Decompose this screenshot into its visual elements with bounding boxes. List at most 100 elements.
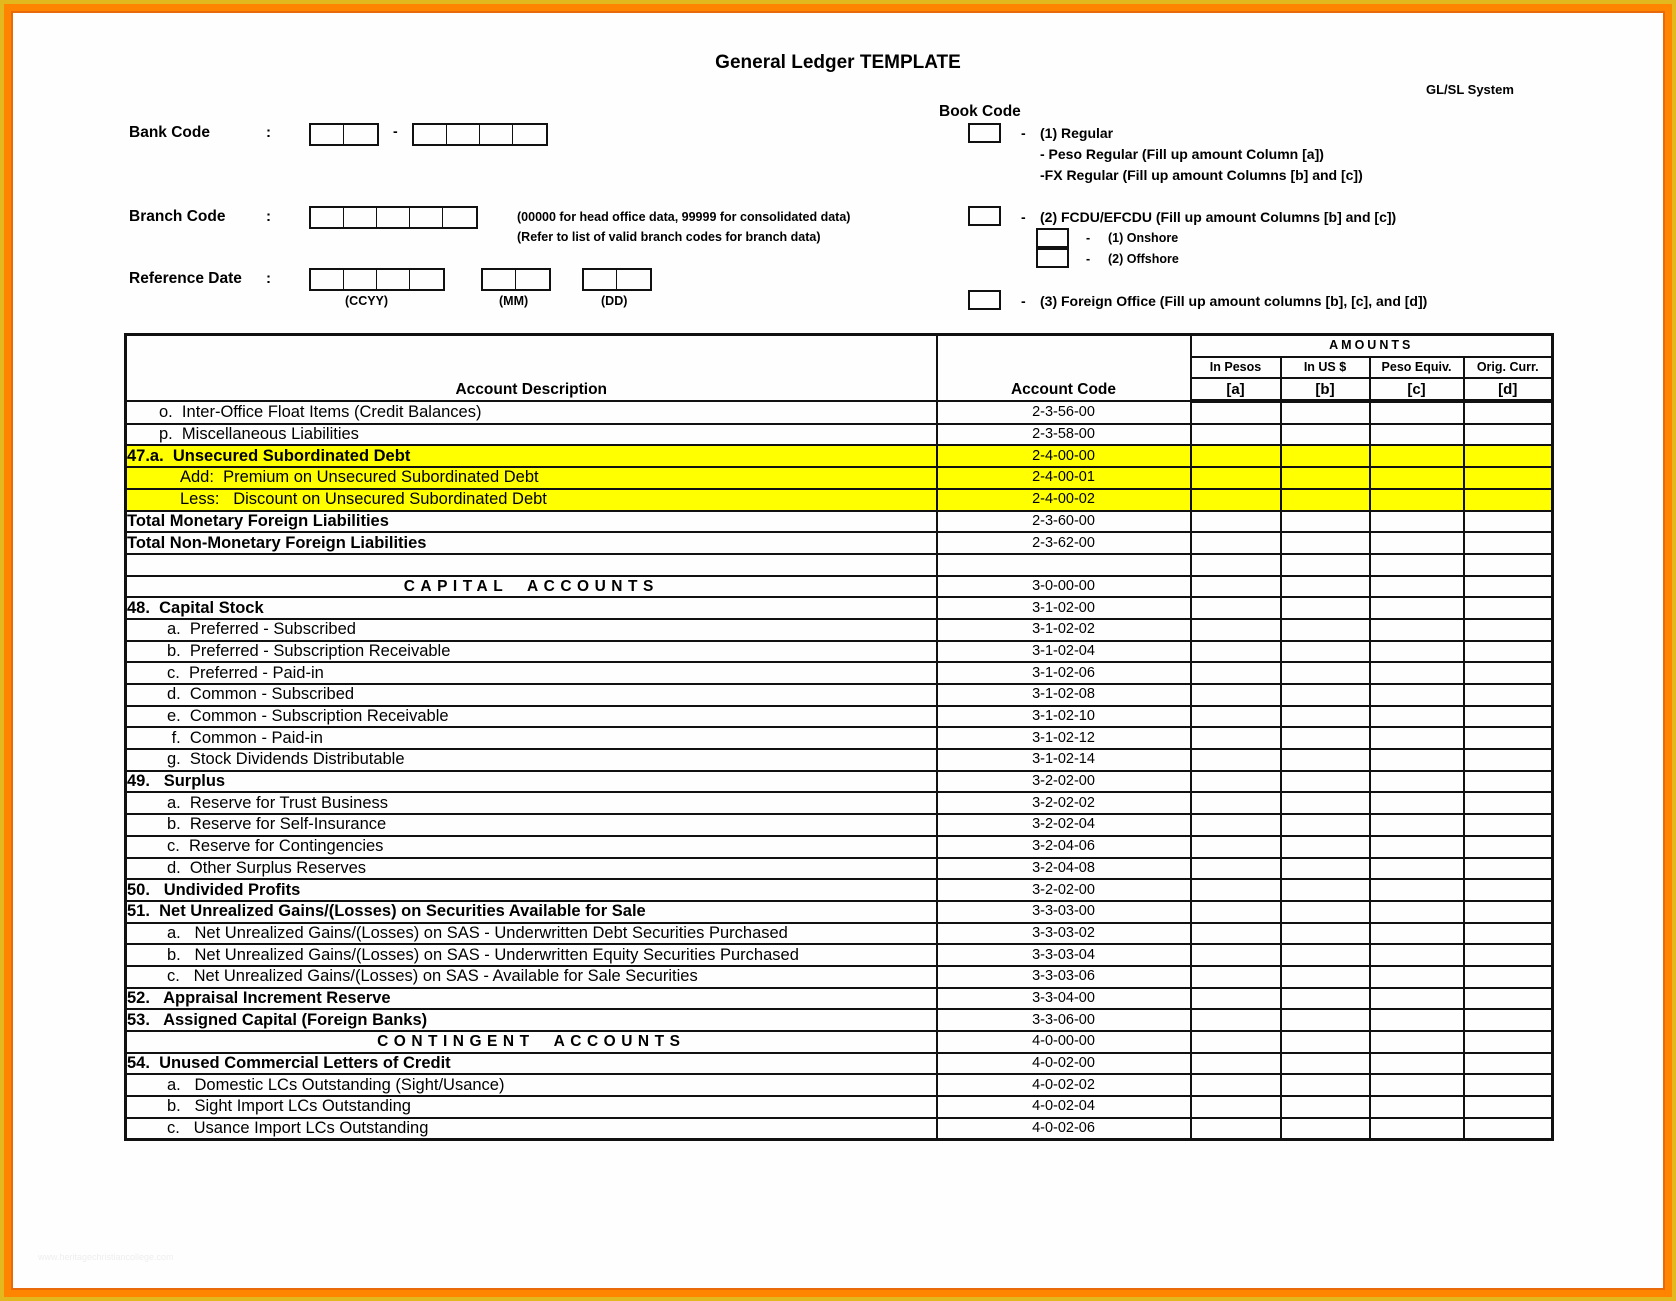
amount-orig-curr-cell[interactable] xyxy=(1462,878,1554,902)
amount-pesos-cell[interactable] xyxy=(1189,878,1282,902)
amount-orig-curr-cell[interactable] xyxy=(1462,1030,1554,1054)
amount-usd-cell[interactable] xyxy=(1279,487,1371,512)
book-code-foreign-office-checkbox[interactable] xyxy=(968,290,1001,310)
amount-peso-equiv-cell[interactable] xyxy=(1368,1008,1465,1032)
amount-usd-cell[interactable] xyxy=(1279,574,1371,599)
amount-peso-equiv-cell[interactable] xyxy=(1368,856,1465,881)
bank-code-prefix-input[interactable] xyxy=(309,123,379,146)
amount-peso-equiv-cell[interactable] xyxy=(1368,813,1465,837)
amount-pesos-cell[interactable] xyxy=(1189,596,1282,620)
amount-pesos-cell[interactable] xyxy=(1189,444,1282,469)
amount-peso-equiv-cell[interactable] xyxy=(1368,964,1465,989)
amount-usd-cell[interactable] xyxy=(1279,400,1371,425)
amount-peso-equiv-cell[interactable] xyxy=(1368,899,1465,924)
amount-orig-curr-cell[interactable] xyxy=(1462,921,1554,946)
amount-pesos-cell[interactable] xyxy=(1189,1051,1282,1076)
amount-pesos-cell[interactable] xyxy=(1189,639,1282,664)
amount-pesos-cell[interactable] xyxy=(1189,617,1282,642)
amount-usd-cell[interactable] xyxy=(1279,617,1371,642)
amount-usd-cell[interactable] xyxy=(1279,509,1371,534)
amount-usd-cell[interactable] xyxy=(1279,964,1371,989)
amount-usd-cell[interactable] xyxy=(1279,1030,1371,1054)
amount-usd-cell[interactable] xyxy=(1279,1051,1371,1076)
amount-usd-cell[interactable] xyxy=(1279,1073,1371,1098)
amount-orig-curr-cell[interactable] xyxy=(1462,574,1554,599)
amount-peso-equiv-cell[interactable] xyxy=(1368,444,1465,469)
amount-peso-equiv-cell[interactable] xyxy=(1368,683,1465,707)
amount-pesos-cell[interactable] xyxy=(1189,726,1282,751)
amount-orig-curr-cell[interactable] xyxy=(1462,748,1554,772)
amount-pesos-cell[interactable] xyxy=(1189,1116,1282,1141)
amount-pesos-cell[interactable] xyxy=(1189,661,1282,685)
amount-pesos-cell[interactable] xyxy=(1189,813,1282,837)
amount-orig-curr-cell[interactable] xyxy=(1462,400,1554,425)
amount-orig-curr-cell[interactable] xyxy=(1462,444,1554,469)
amount-usd-cell[interactable] xyxy=(1279,813,1371,837)
amount-usd-cell[interactable] xyxy=(1279,943,1371,967)
amount-orig-curr-cell[interactable] xyxy=(1462,422,1554,447)
amount-pesos-cell[interactable] xyxy=(1189,964,1282,989)
amount-pesos-cell[interactable] xyxy=(1189,921,1282,946)
amount-orig-curr-cell[interactable] xyxy=(1462,466,1554,490)
amount-pesos-cell[interactable] xyxy=(1189,943,1282,967)
amount-peso-equiv-cell[interactable] xyxy=(1368,1116,1465,1141)
amount-usd-cell[interactable] xyxy=(1279,856,1371,881)
amount-peso-equiv-cell[interactable] xyxy=(1368,617,1465,642)
amount-peso-equiv-cell[interactable] xyxy=(1368,466,1465,490)
amount-pesos-cell[interactable] xyxy=(1189,531,1282,555)
amount-pesos-cell[interactable] xyxy=(1189,899,1282,924)
amount-peso-equiv-cell[interactable] xyxy=(1368,748,1465,772)
amount-pesos-cell[interactable] xyxy=(1189,748,1282,772)
amount-usd-cell[interactable] xyxy=(1279,726,1371,751)
amount-usd-cell[interactable] xyxy=(1279,639,1371,664)
amount-peso-equiv-cell[interactable] xyxy=(1368,921,1465,946)
amount-pesos-cell[interactable] xyxy=(1189,466,1282,490)
amount-orig-curr-cell[interactable] xyxy=(1462,726,1554,751)
amount-orig-curr-cell[interactable] xyxy=(1462,531,1554,555)
amount-peso-equiv-cell[interactable] xyxy=(1368,639,1465,664)
amount-orig-curr-cell[interactable] xyxy=(1462,813,1554,837)
amount-peso-equiv-cell[interactable] xyxy=(1368,791,1465,816)
amount-usd-cell[interactable] xyxy=(1279,596,1371,620)
amount-usd-cell[interactable] xyxy=(1279,466,1371,490)
amount-usd-cell[interactable] xyxy=(1279,552,1371,577)
amount-orig-curr-cell[interactable] xyxy=(1462,661,1554,685)
fcdu-offshore-checkbox[interactable] xyxy=(1036,248,1069,268)
reference-month-input[interactable] xyxy=(481,268,551,291)
amount-orig-curr-cell[interactable] xyxy=(1462,899,1554,924)
amount-usd-cell[interactable] xyxy=(1279,422,1371,447)
amount-usd-cell[interactable] xyxy=(1279,1095,1371,1119)
amount-orig-curr-cell[interactable] xyxy=(1462,704,1554,729)
amount-peso-equiv-cell[interactable] xyxy=(1368,661,1465,685)
amount-pesos-cell[interactable] xyxy=(1189,509,1282,534)
amount-orig-curr-cell[interactable] xyxy=(1462,683,1554,707)
amount-orig-curr-cell[interactable] xyxy=(1462,1095,1554,1119)
amount-peso-equiv-cell[interactable] xyxy=(1368,878,1465,902)
amount-usd-cell[interactable] xyxy=(1279,899,1371,924)
amount-peso-equiv-cell[interactable] xyxy=(1368,986,1465,1011)
amount-pesos-cell[interactable] xyxy=(1189,422,1282,447)
reference-day-input[interactable] xyxy=(582,268,652,291)
amount-orig-curr-cell[interactable] xyxy=(1462,791,1554,816)
amount-pesos-cell[interactable] xyxy=(1189,1030,1282,1054)
amount-usd-cell[interactable] xyxy=(1279,661,1371,685)
amount-orig-curr-cell[interactable] xyxy=(1462,596,1554,620)
amount-peso-equiv-cell[interactable] xyxy=(1368,1051,1465,1076)
reference-year-input[interactable] xyxy=(309,268,445,291)
amount-pesos-cell[interactable] xyxy=(1189,834,1282,859)
amount-usd-cell[interactable] xyxy=(1279,1008,1371,1032)
amount-pesos-cell[interactable] xyxy=(1189,487,1282,512)
amount-pesos-cell[interactable] xyxy=(1189,1008,1282,1032)
amount-orig-curr-cell[interactable] xyxy=(1462,769,1554,794)
amount-peso-equiv-cell[interactable] xyxy=(1368,1030,1465,1054)
amount-usd-cell[interactable] xyxy=(1279,986,1371,1011)
amount-usd-cell[interactable] xyxy=(1279,791,1371,816)
amount-orig-curr-cell[interactable] xyxy=(1462,986,1554,1011)
amount-usd-cell[interactable] xyxy=(1279,531,1371,555)
amount-orig-curr-cell[interactable] xyxy=(1462,617,1554,642)
amount-peso-equiv-cell[interactable] xyxy=(1368,704,1465,729)
amount-pesos-cell[interactable] xyxy=(1189,856,1282,881)
amount-usd-cell[interactable] xyxy=(1279,878,1371,902)
book-code-regular-checkbox[interactable] xyxy=(968,123,1001,143)
amount-peso-equiv-cell[interactable] xyxy=(1368,509,1465,534)
